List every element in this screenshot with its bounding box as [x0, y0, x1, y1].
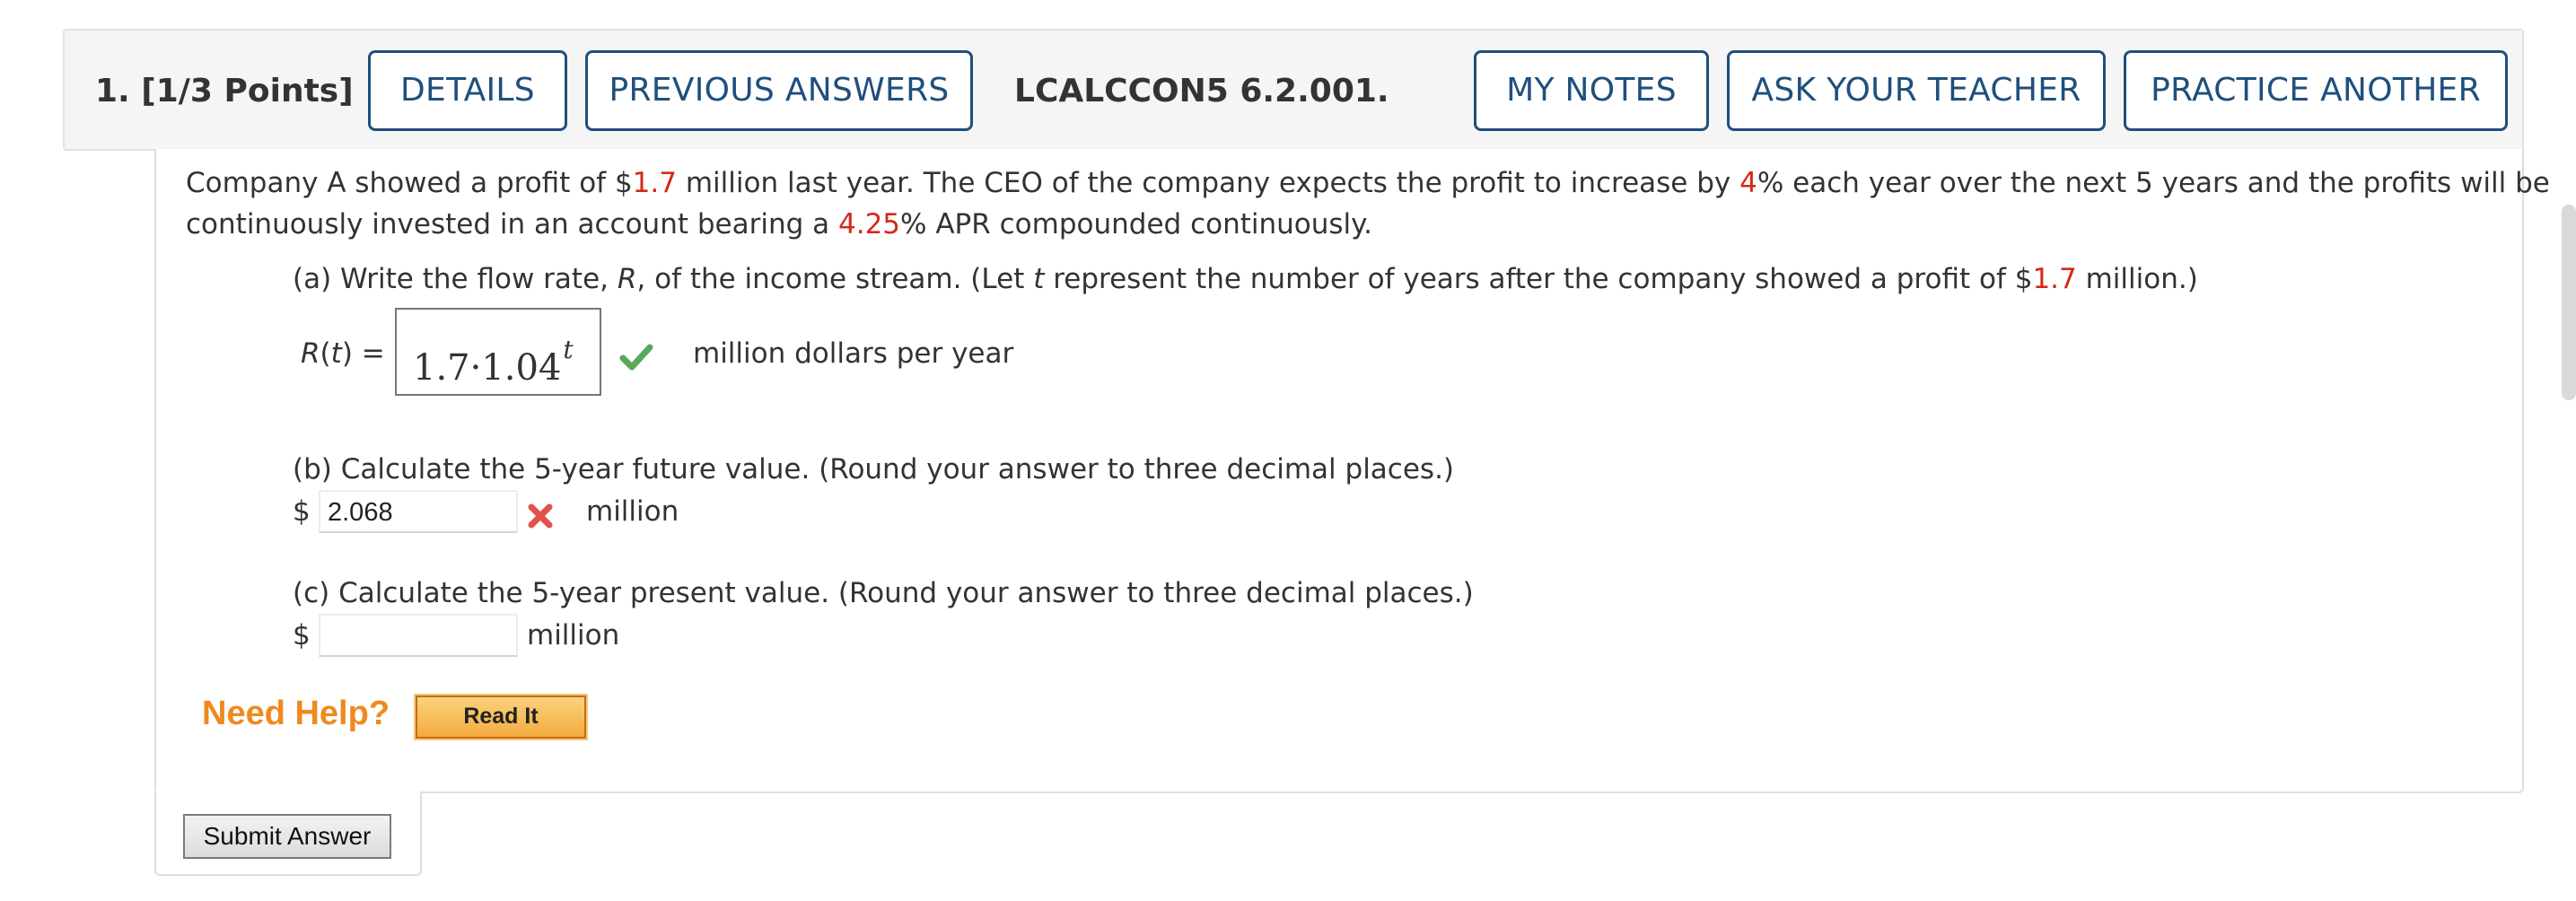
x-icon [528, 503, 553, 529]
previous-answers-button[interactable]: PREVIOUS ANSWERS [585, 50, 973, 131]
intro-text: % APR compounded continuously. [900, 208, 1372, 241]
profit-value: 1.7 [2032, 263, 2077, 295]
problem-statement-line-1: Company A showed a profit of $1.7 millio… [186, 167, 2550, 199]
question-header: 1. [1/3 Points] DETAILS PREVIOUS ANSWERS… [63, 29, 2524, 151]
part-a-text: , of the income stream. (Let [636, 263, 1034, 295]
part-a-unit: million dollars per year [693, 337, 1014, 370]
intro-text: continuously invested in an account bear… [186, 208, 838, 241]
intro-text: % each year over the next 5 years and th… [1757, 167, 2550, 199]
question-points: [1/3 Points] [141, 73, 354, 109]
lhs-paren: ( [320, 337, 331, 370]
part-a-answer-expression: 1.7·1.04t [413, 335, 574, 389]
intro-text: Company A showed a profit of $ [186, 167, 633, 199]
variable-t: t [1033, 263, 1045, 295]
part-a-lhs: R(t) = [301, 337, 385, 370]
question-number: 1. [95, 73, 130, 109]
my-notes-button[interactable]: MY NOTES [1474, 50, 1709, 131]
footer-join [156, 786, 420, 795]
part-b-answer-input[interactable]: 2.068 [319, 490, 518, 533]
answer-base: 1.7·1.04 [413, 347, 562, 389]
growth-rate-value: 4 [1739, 167, 1757, 199]
check-icon [619, 344, 653, 371]
part-a-text: represent the number of years after the … [1044, 263, 2033, 295]
apr-value: 4.25 [838, 208, 901, 241]
part-b-question: (b) Calculate the 5-year future value. (… [293, 453, 1455, 485]
lhs-equals: ) = [341, 337, 385, 370]
question-page: 1. [1/3 Points] DETAILS PREVIOUS ANSWERS… [0, 0, 2576, 901]
question-number-points: 1. [1/3 Points] [95, 31, 354, 153]
need-help-label: Need Help? [202, 695, 390, 732]
problem-statement-line-2: continuously invested in an account bear… [186, 208, 1372, 241]
answer-exponent: t [563, 335, 574, 364]
ask-your-teacher-button[interactable]: ASK YOUR TEACHER [1727, 50, 2106, 131]
part-a-question: (a) Write the flow rate, R, of the incom… [293, 263, 2198, 295]
practice-another-button[interactable]: PRACTICE ANOTHER [2124, 50, 2508, 131]
part-a-text: (a) Write the flow rate, [293, 263, 618, 295]
part-c-currency: $ [293, 619, 311, 652]
lhs-function: R [301, 337, 320, 370]
part-b-unit: million [586, 495, 679, 528]
intro-text: million last year. The CEO of the compan… [676, 167, 1740, 199]
part-c-question: (c) Calculate the 5-year present value. … [293, 577, 1474, 609]
part-b-currency: $ [293, 495, 311, 528]
page-scrollbar[interactable] [2562, 205, 2576, 400]
read-it-button[interactable]: Read It [414, 694, 588, 740]
part-a-answer-field[interactable]: 1.7·1.04t [395, 308, 601, 396]
part-a-text: million.) [2076, 263, 2198, 295]
part-c-answer-input[interactable] [319, 614, 518, 657]
submit-answer-button[interactable]: Submit Answer [183, 814, 391, 859]
details-button[interactable]: DETAILS [368, 50, 567, 131]
lhs-variable: t [330, 337, 342, 370]
part-c-unit: million [527, 619, 620, 652]
profit-value: 1.7 [632, 167, 677, 199]
problem-code: LCALCCON5 6.2.001. [1014, 73, 1389, 109]
variable-r: R [617, 263, 637, 295]
